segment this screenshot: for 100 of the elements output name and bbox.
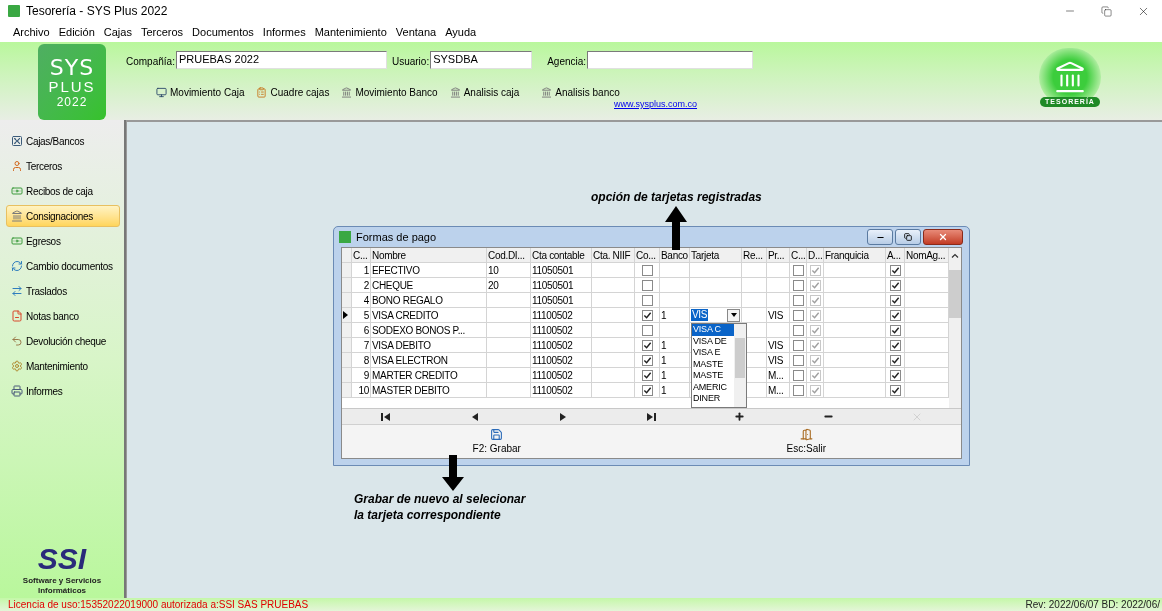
checkbox[interactable]: [809, 384, 821, 396]
checkbox[interactable]: [641, 384, 653, 396]
checkbox[interactable]: [809, 354, 821, 366]
checkbox[interactable]: [641, 294, 653, 306]
checkbox[interactable]: [889, 264, 901, 276]
sidebar-item[interactable]: Recibos de caja: [6, 180, 120, 202]
column-header[interactable]: Re...: [742, 248, 767, 263]
scrollbar[interactable]: [949, 248, 961, 408]
company-logo: SSI Software y Servicios Informáticos: [21, 542, 103, 596]
column-header[interactable]: C...: [790, 248, 807, 263]
sidebar-item[interactable]: Informes: [6, 380, 120, 402]
dropdown-option[interactable]: MASTE: [692, 370, 734, 382]
checkbox[interactable]: [889, 384, 901, 396]
menu-item[interactable]: Ayuda: [445, 23, 477, 41]
checkbox[interactable]: [889, 354, 901, 366]
checkbox[interactable]: [792, 354, 804, 366]
card-field[interactable]: VIS: [691, 309, 709, 321]
dropdown-option[interactable]: VISA DE: [692, 335, 734, 347]
checkbox[interactable]: [641, 369, 653, 381]
menu-item[interactable]: Ventana: [395, 23, 437, 41]
checkbox[interactable]: [792, 384, 804, 396]
checkbox[interactable]: [641, 339, 653, 351]
dropdown-option[interactable]: DINER: [692, 393, 734, 405]
sidebar-item[interactable]: Mantenimiento: [6, 355, 120, 377]
scrollbar[interactable]: [734, 324, 746, 407]
checkbox[interactable]: [889, 339, 901, 351]
checkbox[interactable]: [889, 324, 901, 336]
column-header[interactable]: Franquicia: [824, 248, 886, 263]
input-field[interactable]: SYSDBA: [430, 51, 533, 69]
checkbox[interactable]: [641, 309, 653, 321]
checkbox[interactable]: [641, 264, 653, 276]
menu-item[interactable]: Cajas: [103, 23, 132, 41]
column-header[interactable]: Tarjeta: [690, 248, 742, 263]
restore-button[interactable]: [895, 229, 921, 245]
column-header[interactable]: Cod.DI...: [487, 248, 531, 263]
column-header[interactable]: Banco: [660, 248, 690, 263]
checkbox[interactable]: [792, 369, 804, 381]
sidebar-item[interactable]: Cambio documentos: [6, 255, 120, 277]
checkbox[interactable]: [889, 309, 901, 321]
input-field[interactable]: [587, 51, 754, 69]
column-header[interactable]: Cta. NIIF: [592, 248, 635, 263]
toolbar-button[interactable]: Analisis caja: [449, 85, 520, 100]
column-header[interactable]: NomAg...: [905, 248, 949, 263]
column-header[interactable]: Co...: [635, 248, 660, 263]
menu-item[interactable]: Documentos: [192, 23, 254, 41]
dropdown-list[interactable]: VISA C VISA DE VISA E MASTE MASTE AMERIC DINER: [691, 323, 747, 408]
checkbox[interactable]: [889, 369, 901, 381]
menu-item[interactable]: Mantenimiento: [314, 23, 387, 41]
sidebar-item[interactable]: Consignaciones: [6, 205, 120, 227]
checkbox[interactable]: [809, 339, 821, 351]
menu-item[interactable]: Edición: [58, 23, 95, 41]
checkbox[interactable]: [792, 324, 804, 336]
column-header[interactable]: Pr...: [767, 248, 790, 263]
menu-item[interactable]: Archivo: [13, 23, 50, 41]
sidebar-item[interactable]: Traslados: [6, 280, 120, 302]
action-button[interactable]: Esc:Salir: [651, 425, 961, 458]
checkbox[interactable]: [809, 279, 821, 291]
sidebar-item[interactable]: Devolución cheque: [6, 330, 120, 352]
checkbox[interactable]: [792, 264, 804, 276]
checkbox[interactable]: [641, 279, 653, 291]
sidebar-item[interactable]: Cajas/Bancos: [6, 130, 120, 152]
column-header[interactable]: Cta contable: [531, 248, 592, 263]
checkbox[interactable]: [792, 279, 804, 291]
field-label: Compañía:: [126, 55, 175, 69]
checkbox[interactable]: [889, 279, 901, 291]
checkbox[interactable]: [792, 294, 804, 306]
website-link[interactable]: www.sysplus.com.co: [614, 98, 754, 112]
checkbox[interactable]: [641, 354, 653, 366]
sidebar-item[interactable]: Egresos: [6, 230, 120, 252]
toolbar-button[interactable]: Cuadre cajas: [256, 85, 330, 100]
toolbar-button[interactable]: Movimiento Caja: [156, 85, 245, 100]
column-header[interactable]: C...: [352, 248, 371, 263]
menu-item[interactable]: Terceros: [140, 23, 184, 41]
close-button[interactable]: [923, 229, 963, 245]
sidebar-item[interactable]: Terceros: [6, 155, 120, 177]
checkbox[interactable]: [792, 339, 804, 351]
dropdown-option[interactable]: AMERIC: [692, 381, 734, 393]
minimize-button[interactable]: [867, 229, 893, 245]
checkbox[interactable]: [809, 294, 821, 306]
checkbox[interactable]: [809, 264, 821, 276]
checkbox[interactable]: [809, 324, 821, 336]
checkbox[interactable]: [792, 309, 804, 321]
input-field[interactable]: PRUEBAS 2022: [175, 51, 387, 69]
row-header[interactable]: [342, 308, 352, 323]
checkbox[interactable]: [809, 369, 821, 381]
checkbox[interactable]: [809, 309, 821, 321]
sidebar-item[interactable]: Notas banco: [6, 305, 120, 327]
toolbar-button[interactable]: Movimiento Banco: [341, 85, 438, 100]
column-header[interactable]: D...: [807, 248, 824, 263]
checkbox[interactable]: [889, 294, 901, 306]
dropdown-option[interactable]: VISA C: [692, 324, 734, 336]
dropdown-option[interactable]: MASTE: [692, 358, 734, 370]
column-header[interactable]: A...: [886, 248, 905, 263]
dropdown-button[interactable]: [727, 308, 740, 322]
dropdown-option[interactable]: VISA E: [692, 347, 734, 359]
menu-item[interactable]: Informes: [262, 23, 306, 41]
column-header[interactable]: Nombre: [371, 248, 487, 263]
checkbox[interactable]: [641, 324, 653, 336]
action-button[interactable]: F2: Grabar: [342, 425, 652, 458]
toolbar-button[interactable]: Analisis banco: [541, 85, 620, 100]
